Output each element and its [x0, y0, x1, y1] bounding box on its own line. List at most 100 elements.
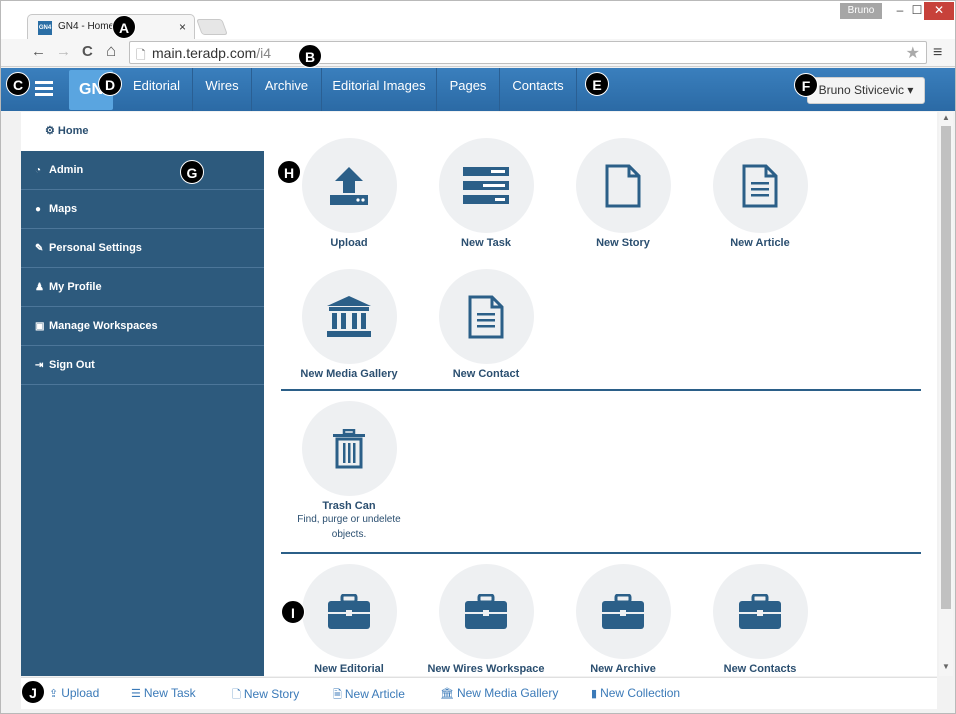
sidebar-item-label: Admin [49, 164, 84, 176]
quick-link-new-task[interactable]: ☰ New Task [131, 686, 196, 700]
nav-contacts[interactable]: Contacts [500, 68, 577, 111]
marker-d: D [98, 72, 122, 96]
institution-icon [327, 295, 371, 337]
sidebar-item-label: Sign Out [49, 359, 95, 371]
new-contacts-circle [712, 564, 808, 659]
tile-new-task[interactable]: New Task [421, 138, 551, 249]
briefcase-icon [602, 593, 644, 629]
quick-link-new-media-gallery[interactable]: 🏛 New Media Gallery [440, 686, 558, 700]
user-menu-button[interactable]: Bruno Stivicevic ▾ [807, 77, 925, 104]
bookmark-star-icon[interactable]: ★ [906, 43, 920, 63]
pencil-icon: ✎ [35, 243, 44, 254]
minimize-button[interactable]: – [890, 2, 910, 20]
section-divider [281, 552, 921, 554]
sidebar-item-label: Manage Workspaces [49, 320, 158, 332]
nav-editorial-images[interactable]: Editorial Images [322, 68, 437, 111]
quick-link-label: New Media Gallery [456, 686, 559, 700]
marker-b: B [298, 44, 322, 68]
home-label: Home [57, 125, 89, 137]
tile-label: New Media Gallery [300, 368, 398, 380]
sidebar-item-admin[interactable]: ◔ Admin [21, 151, 264, 190]
back-icon[interactable]: ← [31, 43, 46, 60]
tile-trash-can[interactable]: Trash Can Find, purge or undelete object… [284, 401, 414, 542]
scroll-down-icon[interactable]: ▼ [942, 662, 950, 671]
nav-wires[interactable]: Wires [193, 68, 252, 111]
new-contact-circle [438, 269, 534, 364]
briefcase-icon [465, 593, 507, 629]
upload-icon [330, 166, 368, 205]
browser-tab[interactable]: GN4 GN4 - Home × [27, 14, 195, 40]
main-content: ⚙ Home ◔ Admin ● Maps ✎ Personal Settings ♟… [21, 112, 937, 676]
reload-icon[interactable]: C [82, 43, 93, 60]
marker-j: J [21, 680, 45, 704]
tile-label: Trash Can [322, 500, 376, 512]
marker-h: H [277, 160, 301, 184]
sidebar-item-sign-out[interactable]: ⇥ Sign Out [21, 346, 264, 385]
scroll-thumb[interactable] [941, 126, 951, 609]
upload-icon: ⇪ [49, 688, 59, 700]
forward-icon[interactable]: → [56, 43, 71, 60]
nav-archive[interactable]: Archive [252, 68, 322, 111]
quick-link-new-story[interactable]: 🗋 New Story [232, 686, 299, 705]
tile-label: New Story [596, 237, 650, 249]
url-input[interactable]: 🗋 main.teradp.com/i4 ★ [129, 41, 927, 64]
tile-upload[interactable]: Upload [284, 138, 414, 249]
file-text-icon [468, 295, 504, 338]
favicon-icon: GN4 [38, 21, 52, 35]
sidebar-item-label: Personal Settings [49, 242, 142, 254]
marker-e: E [585, 72, 609, 96]
quick-links-bar: ⇪ Upload ☰ New Task 🗋 New Story 🗎 New Articl… [21, 677, 937, 709]
quick-link-new-article[interactable]: 🗎 New Article [333, 686, 405, 705]
quick-link-label: New Task [143, 686, 196, 700]
tile-new-article[interactable]: New Article [695, 138, 825, 249]
new-editorial-circle [301, 564, 397, 659]
tile-label: New Archive [590, 663, 656, 675]
file-text-icon [742, 164, 778, 207]
new-task-circle [438, 138, 534, 233]
quick-link-label: New Story [243, 687, 300, 701]
sidebar-item-my-profile[interactable]: ♟ My Profile [21, 268, 264, 307]
nav-editorial[interactable]: Editorial [121, 68, 193, 111]
dashboard-icon: ◔ [35, 165, 42, 176]
quick-link-label: New Article [344, 687, 405, 701]
tasks-icon [463, 166, 509, 204]
tile-new-contact[interactable]: New Contact [421, 269, 551, 380]
tile-new-editorial[interactable]: New Editorial [284, 564, 414, 675]
new-article-circle [712, 138, 808, 233]
tab-close-icon[interactable]: × [179, 20, 186, 34]
sidebar-item-manage-workspaces[interactable]: ▣ Manage Workspaces [21, 307, 264, 346]
close-window-button[interactable]: ✕ [924, 2, 954, 20]
tile-new-story[interactable]: New Story [558, 138, 688, 249]
quick-link-new-collection[interactable]: ▮ New Collection [591, 686, 680, 700]
url-host: main.teradp.com [152, 45, 257, 61]
user-icon: ♟ [35, 282, 44, 293]
hamburger-menu-icon[interactable] [35, 81, 53, 97]
tile-new-wires-workspace[interactable]: New Wires Workspace [421, 564, 551, 675]
tile-new-archive[interactable]: New Archive [558, 564, 688, 675]
breadcrumb-home[interactable]: ⚙ Home [45, 124, 88, 137]
browser-menu-icon[interactable]: ≡ [933, 44, 942, 62]
nav-pages[interactable]: Pages [437, 68, 500, 111]
vertical-scrollbar[interactable]: ▲ ▼ [939, 112, 953, 676]
tile-label: New Contacts [723, 663, 797, 675]
home-icon[interactable]: ⌂ [106, 41, 116, 61]
tab-title: GN4 - Home [58, 21, 115, 32]
tile-new-media-gallery[interactable]: New Media Gallery [284, 269, 414, 380]
trash-can-circle [301, 401, 397, 496]
file-text-icon: 🗎 [333, 689, 342, 701]
sidebar: ◔ Admin ● Maps ✎ Personal Settings ♟ My Prof… [21, 151, 264, 676]
tile-description: Find, purge or undelete [297, 514, 401, 525]
scroll-up-icon[interactable]: ▲ [942, 113, 950, 122]
quick-link-upload[interactable]: ⇪ Upload [49, 686, 99, 700]
sidebar-item-maps[interactable]: ● Maps [21, 190, 264, 229]
sidebar-item-personal-settings[interactable]: ✎ Personal Settings [21, 229, 264, 268]
section-divider [281, 389, 921, 391]
new-tab-button[interactable] [196, 19, 228, 35]
marker-i: I [281, 600, 305, 624]
dashboard-icon: ⚙ [45, 125, 58, 137]
quick-link-label: Upload [61, 686, 100, 700]
sidebar-item-label: My Profile [49, 281, 102, 293]
title-bar: GN4 GN4 - Home × Bruno – ☐ ✕ [1, 1, 955, 40]
tile-new-contacts[interactable]: New Contacts [695, 564, 825, 675]
window-user-chip[interactable]: Bruno [840, 3, 882, 19]
